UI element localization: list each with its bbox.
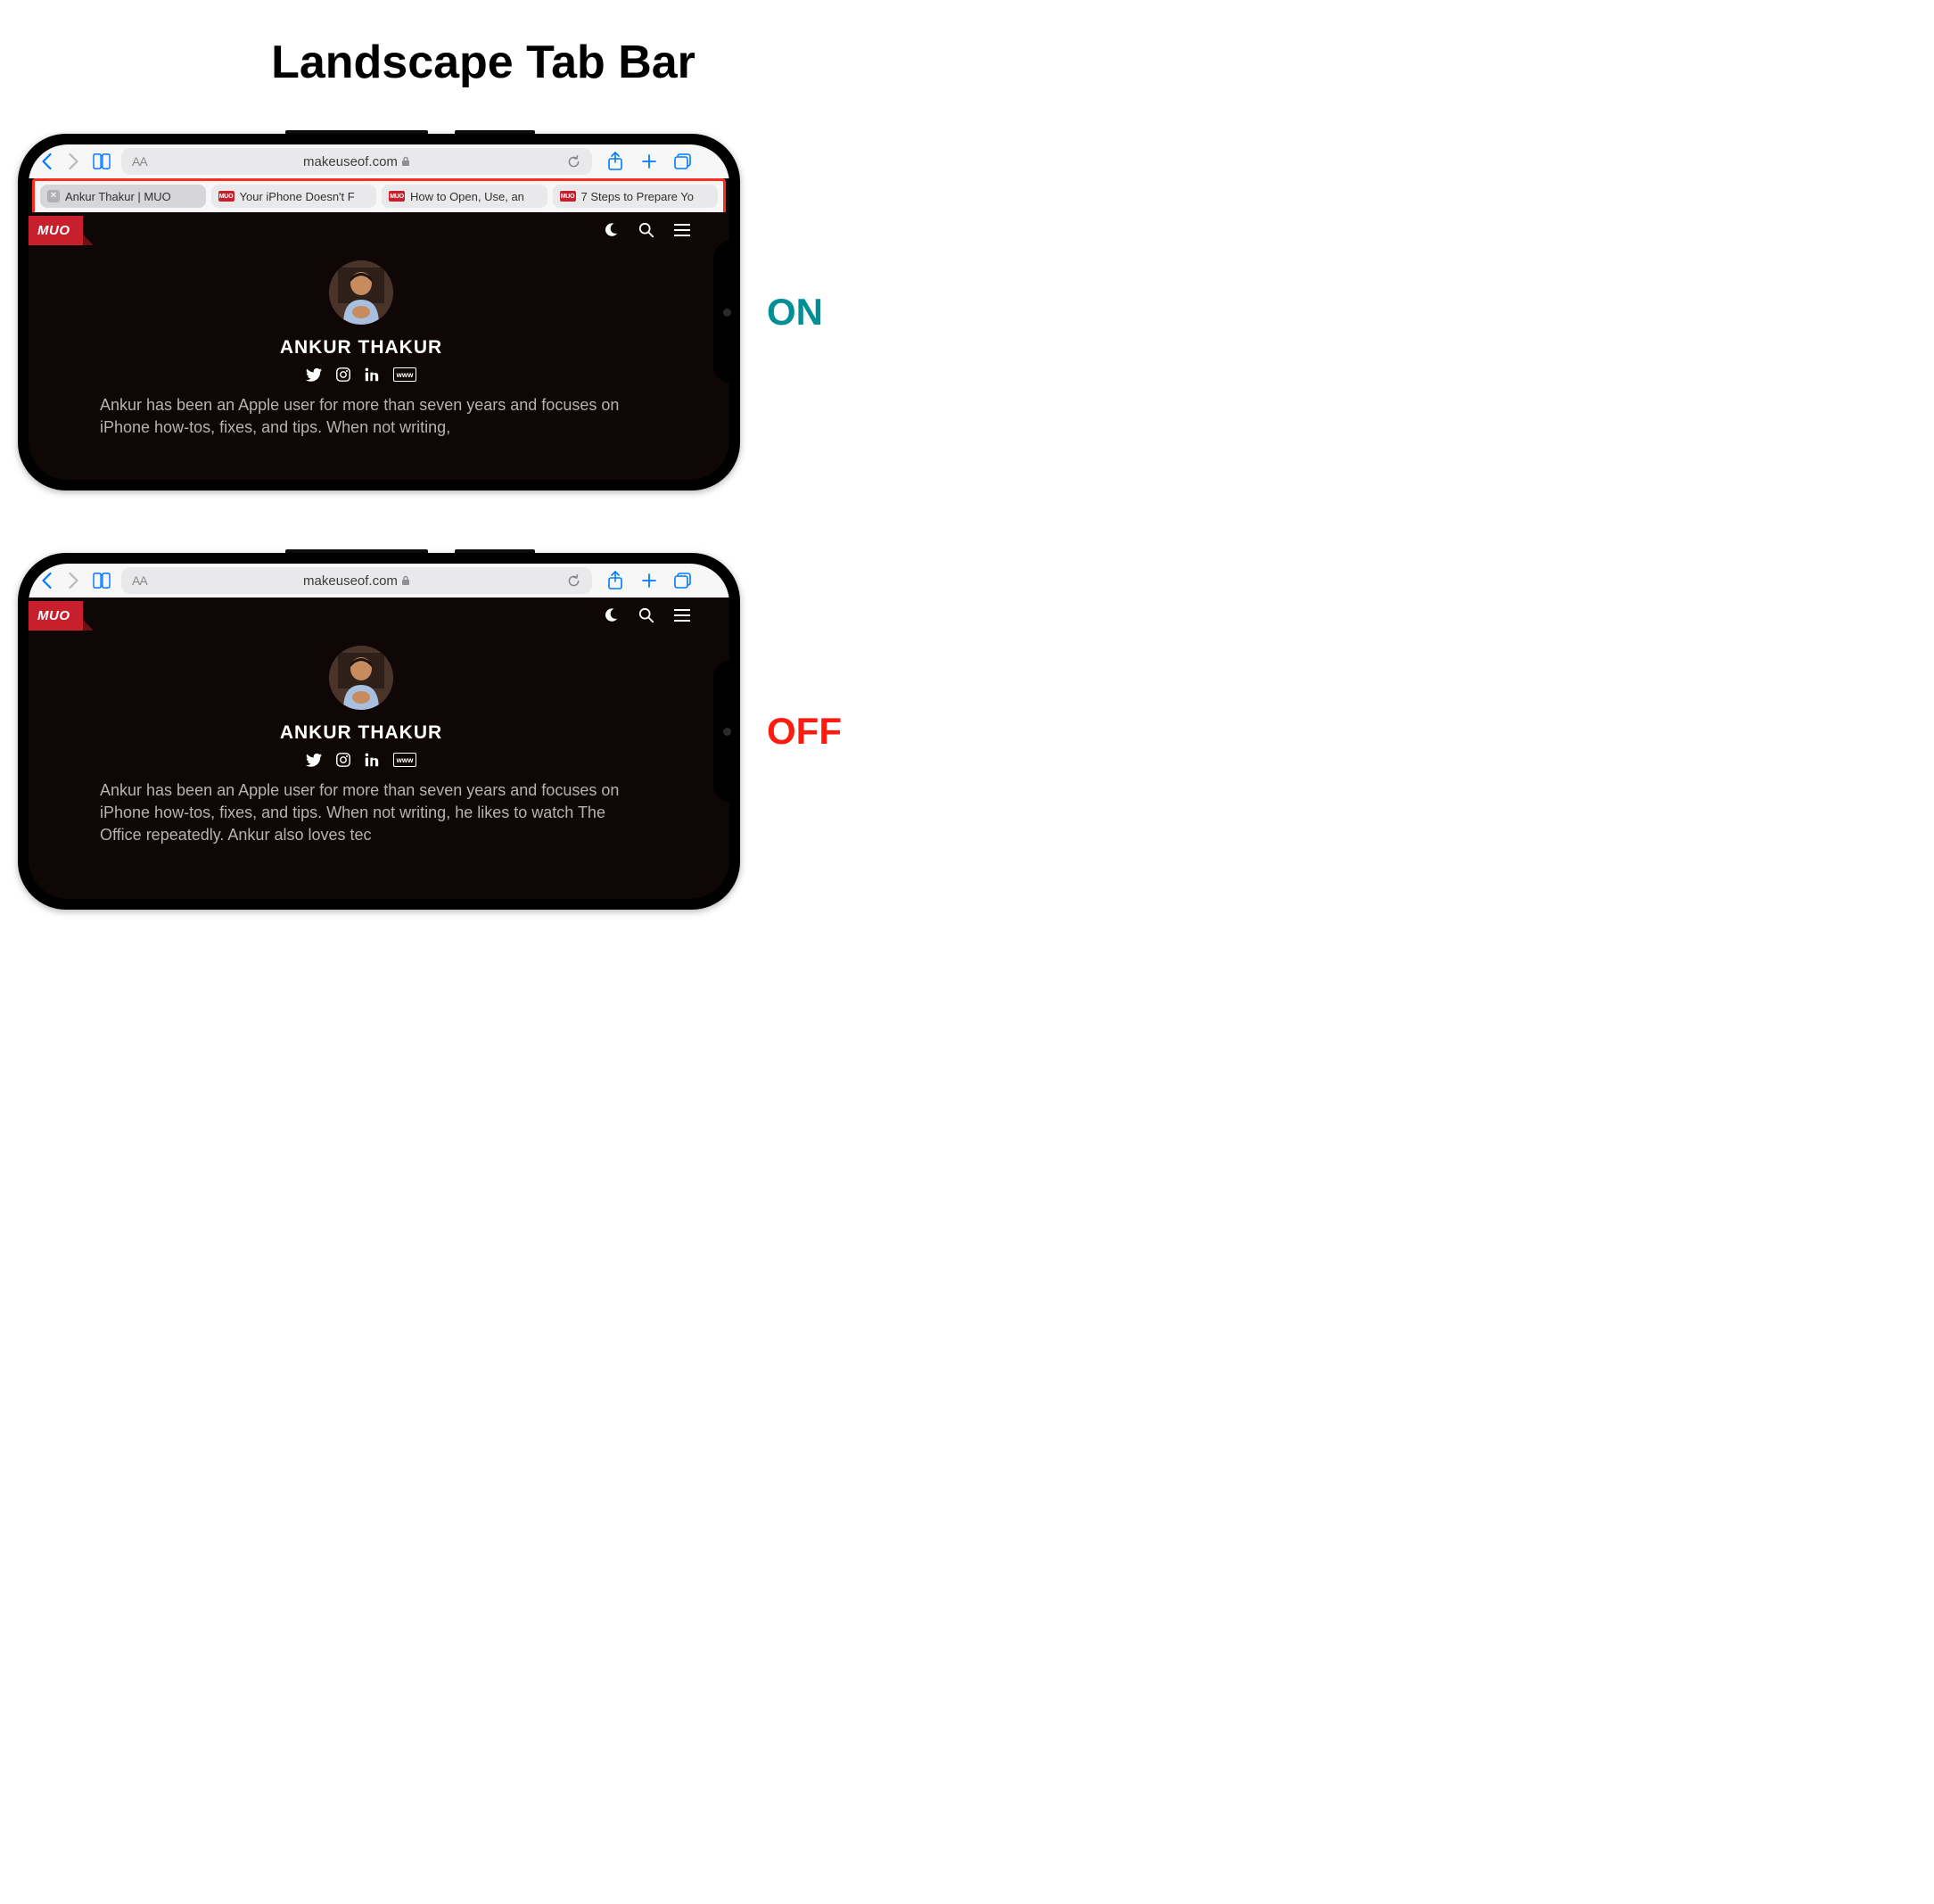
new-tab-icon[interactable]	[638, 151, 660, 172]
text-size-button[interactable]: AA	[132, 573, 147, 588]
page-title: Landscape Tab Bar	[18, 36, 949, 89]
tab-1[interactable]: MUO Your iPhone Doesn't F	[211, 185, 377, 208]
lock-icon	[401, 156, 410, 167]
tab-label: Your iPhone Doesn't F	[240, 190, 355, 203]
favicon-icon: MUO	[218, 191, 235, 202]
url-host: makeuseof.com	[303, 154, 398, 169]
safari-toolbar: AA makeuseof.com	[29, 144, 729, 178]
webpage-content: MUO	[29, 212, 729, 480]
menu-icon[interactable]	[674, 224, 690, 236]
linkedin-icon[interactable]	[365, 367, 379, 382]
bookmarks-icon[interactable]	[91, 151, 112, 172]
social-links: www	[100, 367, 622, 382]
address-bar[interactable]: AA makeuseof.com	[121, 148, 592, 175]
instagram-icon[interactable]	[336, 753, 350, 767]
webpage-content: MUO	[29, 598, 729, 899]
notch	[713, 660, 740, 803]
avatar	[329, 260, 393, 325]
favicon-icon: MUO	[560, 191, 576, 202]
author-bio: Ankur has been an Apple user for more th…	[100, 779, 622, 847]
author-name: ANKUR THAKUR	[100, 337, 622, 359]
bookmarks-icon[interactable]	[91, 570, 112, 591]
tab-0[interactable]: ✕ Ankur Thakur | MUO	[40, 185, 206, 208]
dark-mode-icon[interactable]	[603, 607, 619, 623]
tabs-icon[interactable]	[672, 570, 694, 591]
twitter-icon[interactable]	[306, 753, 322, 767]
website-icon[interactable]: www	[393, 753, 417, 767]
close-tab-icon[interactable]: ✕	[47, 190, 60, 202]
screen-off: AA makeuseof.com	[29, 564, 729, 899]
favicon-icon: MUO	[389, 191, 405, 202]
back-button[interactable]	[37, 152, 55, 170]
share-icon[interactable]	[605, 151, 626, 172]
website-icon[interactable]: www	[393, 367, 417, 382]
search-icon[interactable]	[638, 607, 654, 623]
site-logo[interactable]: MUO	[29, 216, 83, 245]
forward-button[interactable]	[64, 572, 82, 589]
site-logo[interactable]: MUO	[29, 601, 83, 631]
screen-on: AA makeuseof.com	[29, 144, 729, 480]
reload-icon[interactable]	[566, 573, 581, 589]
tab-2[interactable]: MUO How to Open, Use, an	[382, 185, 547, 208]
phone-frame-off: AA makeuseof.com	[18, 553, 740, 910]
menu-icon[interactable]	[674, 609, 690, 622]
author-name: ANKUR THAKUR	[100, 722, 622, 744]
safari-toolbar: AA makeuseof.com	[29, 564, 729, 598]
dark-mode-icon[interactable]	[603, 222, 619, 238]
twitter-icon[interactable]	[306, 367, 322, 382]
linkedin-icon[interactable]	[365, 753, 379, 767]
forward-button[interactable]	[64, 152, 82, 170]
back-button[interactable]	[37, 572, 55, 589]
instagram-icon[interactable]	[336, 367, 350, 382]
share-icon[interactable]	[605, 570, 626, 591]
avatar	[329, 646, 393, 710]
author-bio: Ankur has been an Apple user for more th…	[100, 394, 622, 439]
tab-3[interactable]: MUO 7 Steps to Prepare Yo	[553, 185, 719, 208]
tab-label: Ankur Thakur | MUO	[65, 190, 171, 203]
variant-off-row: AA makeuseof.com	[18, 553, 949, 910]
variant-on-row: AA makeuseof.com	[18, 134, 949, 490]
site-header: MUO	[29, 212, 729, 248]
site-header: MUO	[29, 598, 729, 633]
text-size-button[interactable]: AA	[132, 154, 147, 169]
new-tab-icon[interactable]	[638, 570, 660, 591]
landscape-tab-bar: ✕ Ankur Thakur | MUO MUO Your iPhone Doe…	[32, 178, 726, 216]
tab-label: 7 Steps to Prepare Yo	[581, 190, 694, 203]
social-links: www	[100, 753, 622, 767]
reload-icon[interactable]	[566, 154, 581, 169]
notch	[713, 241, 740, 383]
state-label-off: OFF	[767, 710, 842, 753]
tab-label: How to Open, Use, an	[410, 190, 524, 203]
address-bar[interactable]: AA makeuseof.com	[121, 567, 592, 594]
tabs-icon[interactable]	[672, 151, 694, 172]
lock-icon	[401, 575, 410, 586]
search-icon[interactable]	[638, 222, 654, 238]
phone-frame-on: AA makeuseof.com	[18, 134, 740, 490]
url-host: makeuseof.com	[303, 573, 398, 589]
state-label-on: ON	[767, 291, 823, 334]
